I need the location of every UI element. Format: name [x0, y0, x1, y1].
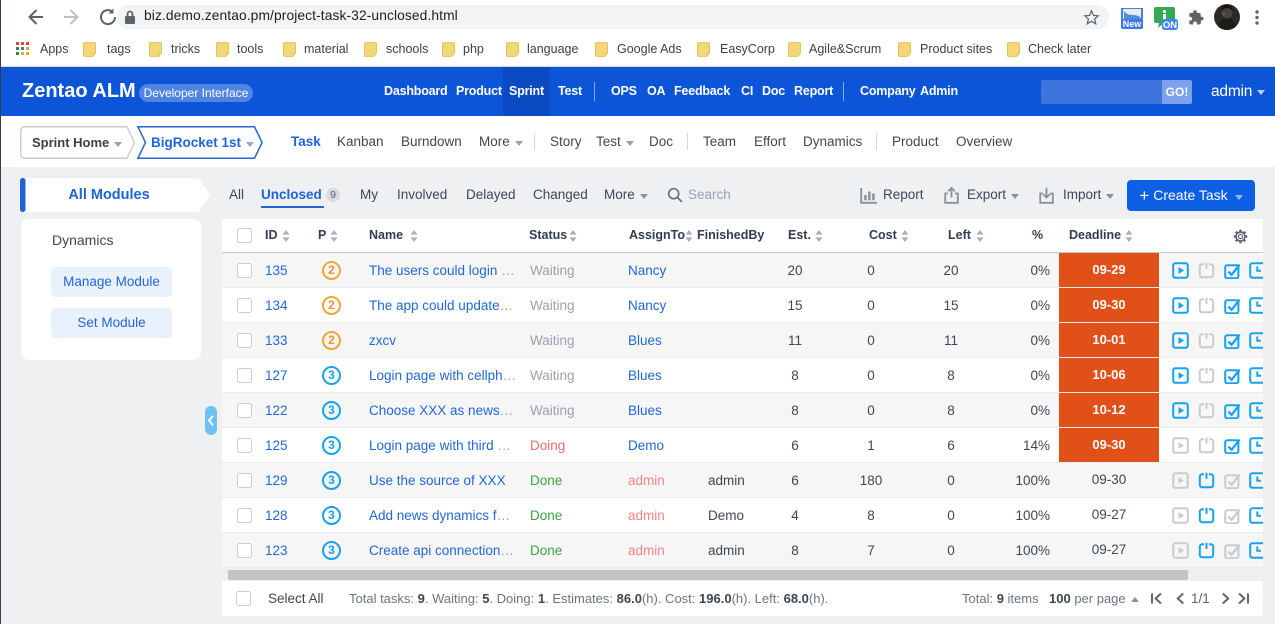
svg-text:New: New [1123, 19, 1143, 29]
svg-text:ON: ON [1163, 20, 1177, 30]
